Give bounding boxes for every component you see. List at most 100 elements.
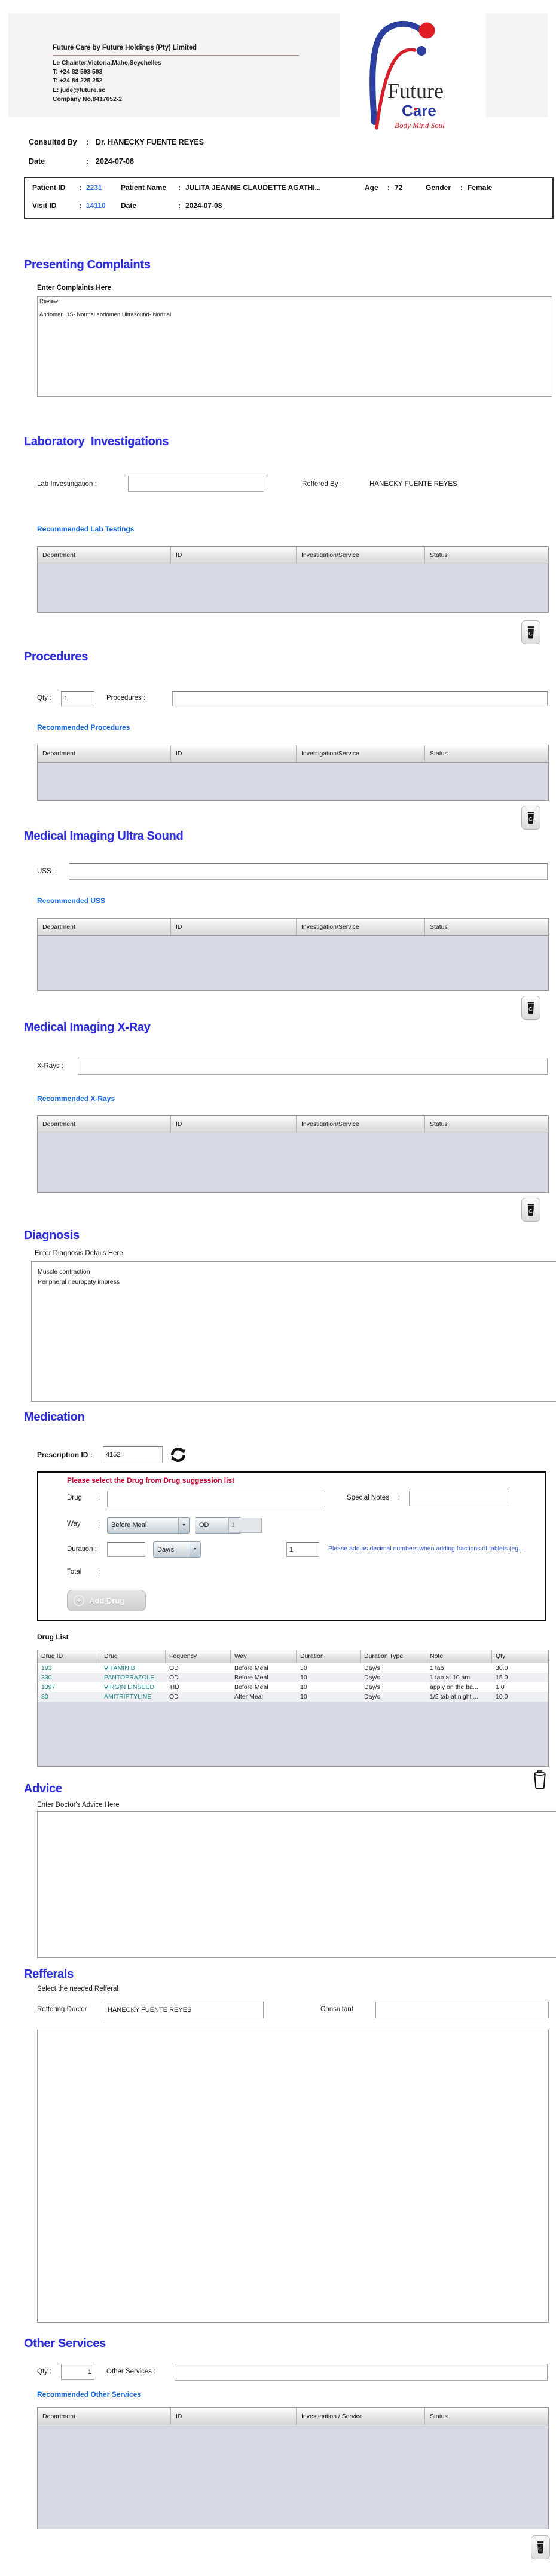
drug-cell: 1/2 tab at night ... [430, 1693, 479, 1700]
procedures-heading: Procedures [24, 650, 88, 663]
lab-referred-by-label: Reffered By : [302, 481, 342, 488]
recommended-lab-testings-label: Recommended Lab Testings [37, 525, 135, 533]
column-header: ID [171, 919, 297, 935]
consulted-by-row: Consulted By: Dr. HANECKY FUENTE REYES [29, 138, 204, 146]
drug-cell: 1 tab at 10 am [430, 1674, 471, 1681]
drug-cell: TID [169, 1684, 179, 1691]
other-qty-input[interactable] [61, 2364, 94, 2380]
procedures-qty-label: Qty : [37, 695, 52, 702]
add-drug-label: Add Drug [89, 1596, 125, 1605]
trash-icon [526, 810, 536, 825]
procedures-qty-input[interactable] [61, 691, 94, 706]
patient-id-label: Patient ID [32, 183, 66, 192]
lab-referred-by-value: HANECKY FUENTE REYES [369, 481, 457, 488]
recommended-uss-label: Recommended USS [37, 897, 106, 905]
drug-cell: After Meal [234, 1693, 263, 1700]
lab-table-body [37, 564, 549, 613]
dose-input [228, 1518, 262, 1533]
refresh-button[interactable] [169, 1445, 188, 1464]
column-header: Drug ID [38, 1650, 100, 1663]
xray-delete-button[interactable] [521, 1198, 540, 1222]
complaints-textarea[interactable]: Review Abdomen US- Normal abdomen Ultras… [37, 296, 552, 397]
circle-plus-icon: + [74, 1595, 84, 1606]
referrals-list-box[interactable] [37, 2030, 549, 2323]
consultant-input[interactable] [375, 2002, 549, 2018]
column-header: Status [430, 750, 448, 757]
way-dropdown-value: Before Meal [111, 1522, 147, 1529]
other-services-heading: Other Services [24, 2337, 106, 2350]
visit-date-value: 2024-07-08 [185, 201, 222, 210]
special-notes-input[interactable] [409, 1491, 509, 1506]
uss-table-header: Department ID Investigation/Service Stat… [37, 918, 549, 936]
way-dropdown[interactable]: Before Meal ▼ [107, 1517, 190, 1534]
other-services-input[interactable] [175, 2364, 548, 2381]
ultrasound-heading: Medical Imaging Ultra Sound [24, 830, 184, 843]
other-delete-button[interactable] [531, 2535, 550, 2559]
advice-delete-button[interactable] [530, 1768, 550, 1792]
medication-qty-input[interactable] [286, 1542, 319, 1557]
consult-date-value: 2024-07-08 [96, 157, 134, 166]
consulted-by-label: Consulted By [29, 138, 77, 146]
patient-name-value: JULITA JEANNE CLAUDETTE AGATHI... [185, 183, 321, 192]
column-header: Investigation/Service [297, 547, 425, 564]
drug-cell: 10 [300, 1693, 307, 1700]
column-header: Duration Type [361, 1650, 426, 1663]
column-header: Investigation/Service [297, 919, 425, 935]
column-header: Investigation/Service [297, 1116, 425, 1133]
drug-table-body: 193 VITAMIN B OD Before Meal 30 Day/s 1 tab 30.… [37, 1663, 549, 1767]
referring-doctor-input[interactable] [105, 2002, 264, 2018]
column-header: Department [38, 745, 171, 762]
duration-type-dropdown[interactable]: Day/s ▼ [153, 1541, 201, 1558]
patient-info-box: Patient ID: 2231 Patient Name: JULITA JE… [24, 177, 554, 219]
column-header: Department [38, 547, 171, 564]
prescription-id-input[interactable] [103, 1446, 163, 1463]
drug-list-row[interactable]: 1397 VIRGIN LINSEED TID Before Meal 10 Day/s a… [38, 1682, 548, 1692]
recommended-procedures-label: Recommended Procedures [37, 723, 130, 732]
patient-id-value: 2231 [86, 183, 102, 192]
complaints-label: Enter Complaints Here [37, 284, 111, 292]
prescription-id-label: Prescription ID : [37, 1451, 93, 1459]
diagnosis-heading: Diagnosis [24, 1229, 80, 1242]
xray-heading: Medical Imaging X-Ray [24, 1021, 151, 1034]
uss-delete-button[interactable] [521, 996, 540, 1020]
lab-investigation-input[interactable] [128, 476, 264, 492]
drug-cell: Day/s [364, 1674, 380, 1681]
procedures-table-body [37, 763, 549, 801]
diagnosis-textarea[interactable]: Muscle contraction Peripheral neuropaty … [31, 1261, 556, 1402]
add-drug-button[interactable]: + Add Drug [67, 1590, 146, 1611]
drug-input[interactable] [107, 1491, 325, 1507]
drug-cell: Day/s [364, 1684, 380, 1691]
column-header: Fequency [166, 1650, 231, 1663]
drug-cell: AMITRIPTYLINE [104, 1693, 152, 1700]
procedures-label: Procedures : [106, 695, 146, 702]
drug-cell: Before Meal [234, 1684, 268, 1691]
procedures-delete-button[interactable] [521, 806, 540, 830]
drug-list-row[interactable]: 193 VITAMIN B OD Before Meal 30 Day/s 1 tab 30.… [38, 1663, 548, 1673]
column-header: Department [38, 1116, 171, 1133]
patient-name-label: Patient Name [121, 183, 167, 192]
drug-cell: OD [169, 1665, 179, 1672]
consultation-page: Future Care by Future Holdings (Pty) Lim… [0, 0, 556, 2576]
advice-textarea[interactable] [37, 1811, 556, 1958]
other-table-body [37, 2425, 549, 2529]
gender-label: Gender [426, 183, 451, 192]
referrals-heading: Refferals [24, 1968, 74, 1981]
column-header: Department [38, 919, 171, 935]
column-header: Status [430, 923, 448, 931]
logo-word-care: Care [402, 102, 436, 120]
recommended-xrays-label: Recommended X-Rays [37, 1094, 115, 1103]
duration-input[interactable] [107, 1542, 145, 1557]
drug-list-row[interactable]: 80 AMITRIPTYLINE OD After Meal 10 Day/s 1/2 ta… [38, 1692, 548, 1702]
uss-input[interactable] [69, 863, 548, 880]
lab-delete-button[interactable] [521, 620, 540, 644]
drug-cell: 1.0 [496, 1684, 505, 1691]
referrals-label: Select the needed Refferal [37, 1985, 118, 1993]
xrays-input[interactable] [78, 1058, 548, 1075]
chevron-down-icon: ▼ [178, 1518, 189, 1533]
drug-list-row[interactable]: 330 PANTOPRAZOLE OD Before Meal 10 Day/s 1 tab… [38, 1673, 548, 1682]
drug-cell: 30 [300, 1665, 307, 1672]
procedures-input[interactable] [172, 691, 548, 706]
column-header: Department [38, 2408, 171, 2425]
drug-cell: OD [169, 1693, 179, 1700]
drug-suggestion-warning: Please select the Drug from Drug suggess… [67, 1476, 235, 1485]
